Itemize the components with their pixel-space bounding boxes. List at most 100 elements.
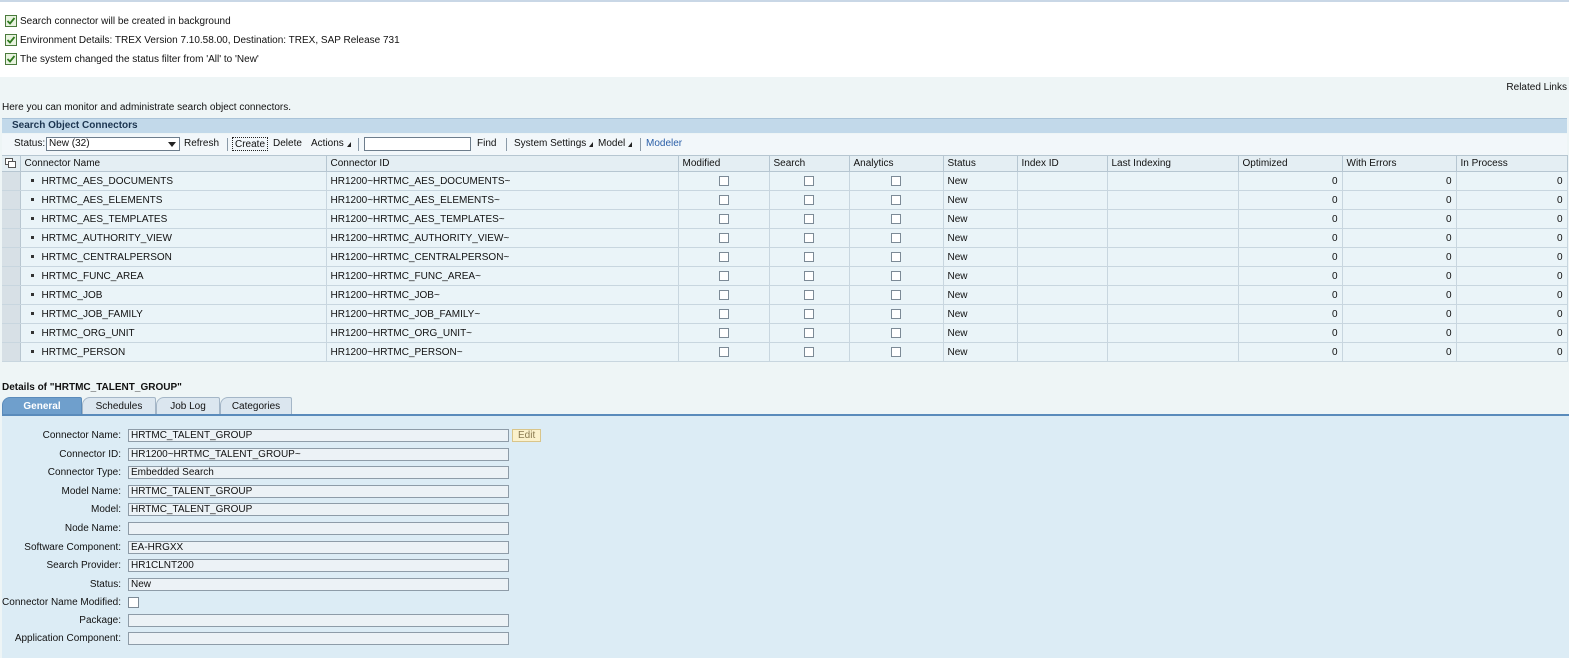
column-header[interactable]: In Process	[1456, 155, 1568, 172]
column-header[interactable]: Analytics	[849, 155, 944, 172]
modified-checkbox[interactable]	[718, 327, 729, 338]
row-selector[interactable]	[2, 209, 21, 229]
row-selector[interactable]	[2, 285, 21, 305]
node-name-field[interactable]	[128, 522, 509, 535]
tab-job-log[interactable]: Job Log	[156, 397, 220, 415]
tab-categories[interactable]: Categories	[220, 397, 292, 415]
table-row[interactable]: HRTMC_AUTHORITY_VIEW HR1200~HRTMC_AUTHORI…	[2, 228, 1568, 248]
model-field[interactable]: HRTMC_TALENT_GROUP	[128, 503, 509, 516]
column-header[interactable]: Status	[943, 155, 1018, 172]
connector-id-field[interactable]: HR1200~HRTMC_TALENT_GROUP~	[128, 448, 509, 461]
search-provider-field[interactable]: HR1CLNT200	[128, 559, 509, 572]
modified-checkbox[interactable]	[718, 270, 729, 281]
tab-general[interactable]: General	[2, 397, 82, 415]
select-all-icon[interactable]	[5, 158, 17, 169]
connector-name-cell[interactable]: HRTMC_PERSON	[20, 342, 327, 362]
software-component-field[interactable]: EA-HRGXX	[128, 541, 509, 554]
related-links[interactable]: Related Links	[1506, 82, 1567, 93]
search-checkbox[interactable]	[804, 194, 814, 205]
status-filter-select[interactable]: New (32)	[46, 137, 180, 151]
table-row[interactable]: HRTMC_JOB HR1200~HRTMC_JOB~ New 0 0 0	[2, 285, 1568, 305]
refresh-button[interactable]: Refresh	[184, 137, 219, 151]
search-checkbox[interactable]	[804, 251, 814, 262]
connector-name-cell[interactable]: HRTMC_AES_ELEMENTS	[20, 190, 327, 210]
actions-menu-button[interactable]: Actions	[311, 137, 351, 151]
analytics-checkbox[interactable]	[891, 232, 901, 243]
connector-name-field[interactable]: HRTMC_TALENT_GROUP	[128, 429, 509, 442]
search-checkbox[interactable]	[804, 232, 814, 243]
find-input[interactable]	[364, 137, 471, 151]
connector-name-cell[interactable]: HRTMC_JOB	[20, 285, 327, 305]
column-header[interactable]: With Errors	[1342, 155, 1457, 172]
column-header[interactable]: Connector Name	[20, 155, 327, 172]
connector-name-cell[interactable]: HRTMC_ORG_UNIT	[20, 323, 327, 343]
connector-name-cell[interactable]: HRTMC_JOB_FAMILY	[20, 304, 327, 324]
row-selector[interactable]	[2, 228, 21, 248]
connector-name-cell[interactable]: HRTMC_FUNC_AREA	[20, 266, 327, 286]
column-header[interactable]: Search	[769, 155, 850, 172]
connector-name-cell[interactable]: HRTMC_AES_TEMPLATES	[20, 209, 327, 229]
find-button[interactable]: Find	[477, 137, 496, 151]
table-row[interactable]: HRTMC_JOB_FAMILY HR1200~HRTMC_JOB_FAMILY~…	[2, 304, 1568, 324]
modified-checkbox[interactable]	[718, 213, 729, 224]
edit-button[interactable]: Edit	[512, 429, 542, 442]
modified-checkbox[interactable]	[718, 346, 729, 357]
row-selector[interactable]	[2, 342, 21, 362]
connector-name-cell[interactable]: HRTMC_CENTRALPERSON	[20, 247, 327, 267]
table-row[interactable]: HRTMC_AES_DOCUMENTS HR1200~HRTMC_AES_DOCU…	[2, 171, 1568, 191]
model-menu-button[interactable]: Model	[598, 137, 633, 151]
table-row[interactable]: HRTMC_FUNC_AREA HR1200~HRTMC_FUNC_AREA~ Ne…	[2, 266, 1568, 286]
analytics-checkbox[interactable]	[891, 289, 901, 300]
analytics-checkbox[interactable]	[891, 327, 901, 338]
modified-checkbox[interactable]	[718, 308, 729, 319]
column-header[interactable]: Modified	[678, 155, 770, 172]
modified-checkbox[interactable]	[718, 194, 729, 205]
create-button[interactable]: Create	[232, 137, 269, 151]
column-header[interactable]: Index ID	[1017, 155, 1108, 172]
analytics-checkbox[interactable]	[891, 346, 901, 357]
search-checkbox[interactable]	[804, 289, 814, 300]
modified-checkbox[interactable]	[718, 251, 729, 262]
table-row[interactable]: HRTMC_ORG_UNIT HR1200~HRTMC_ORG_UNIT~ New 0…	[2, 323, 1568, 343]
select-all-cell[interactable]	[2, 155, 21, 172]
connector-name-modified-checkbox[interactable]	[128, 597, 139, 608]
row-selector[interactable]	[2, 171, 21, 191]
search-checkbox[interactable]	[804, 346, 814, 357]
search-checkbox[interactable]	[804, 213, 814, 224]
package-field[interactable]	[128, 614, 509, 627]
column-header[interactable]: Connector ID	[326, 155, 679, 172]
table-row[interactable]: HRTMC_PERSON HR1200~HRTMC_PERSON~ New 0 0 0	[2, 342, 1568, 362]
system-settings-menu-button[interactable]: System Settings	[514, 137, 594, 151]
row-selector[interactable]	[2, 323, 21, 343]
status-field[interactable]: New	[128, 578, 509, 591]
row-selector[interactable]	[2, 304, 21, 324]
connector-name-cell[interactable]: HRTMC_AUTHORITY_VIEW	[20, 228, 327, 248]
modeler-link[interactable]: Modeler	[646, 137, 682, 151]
connector-type-field[interactable]: Embedded Search	[128, 466, 509, 479]
column-header[interactable]: Optimized	[1238, 155, 1343, 172]
search-checkbox[interactable]	[804, 308, 814, 319]
connector-name-cell[interactable]: HRTMC_AES_DOCUMENTS	[20, 171, 327, 191]
analytics-checkbox[interactable]	[891, 251, 901, 262]
modified-checkbox[interactable]	[718, 289, 729, 300]
search-checkbox[interactable]	[804, 270, 814, 281]
row-selector[interactable]	[2, 266, 21, 286]
analytics-checkbox[interactable]	[891, 213, 901, 224]
model-name-field[interactable]: HRTMC_TALENT_GROUP	[128, 485, 509, 498]
search-checkbox[interactable]	[804, 327, 814, 338]
table-row[interactable]: HRTMC_CENTRALPERSON HR1200~HRTMC_CENTRALP…	[2, 247, 1568, 267]
modified-checkbox[interactable]	[718, 232, 729, 243]
tab-schedules[interactable]: Schedules	[82, 397, 156, 415]
table-row[interactable]: HRTMC_AES_ELEMENTS HR1200~HRTMC_AES_ELEME…	[2, 190, 1568, 210]
analytics-checkbox[interactable]	[891, 270, 901, 281]
delete-button[interactable]: Delete	[273, 137, 302, 151]
search-checkbox[interactable]	[804, 175, 814, 186]
application-component-field[interactable]	[128, 632, 509, 645]
analytics-checkbox[interactable]	[891, 194, 901, 205]
row-selector[interactable]	[2, 190, 21, 210]
column-header[interactable]: Last Indexing	[1107, 155, 1239, 172]
analytics-checkbox[interactable]	[891, 308, 901, 319]
analytics-checkbox[interactable]	[891, 175, 901, 186]
row-selector[interactable]	[2, 247, 21, 267]
modified-checkbox[interactable]	[718, 175, 729, 186]
